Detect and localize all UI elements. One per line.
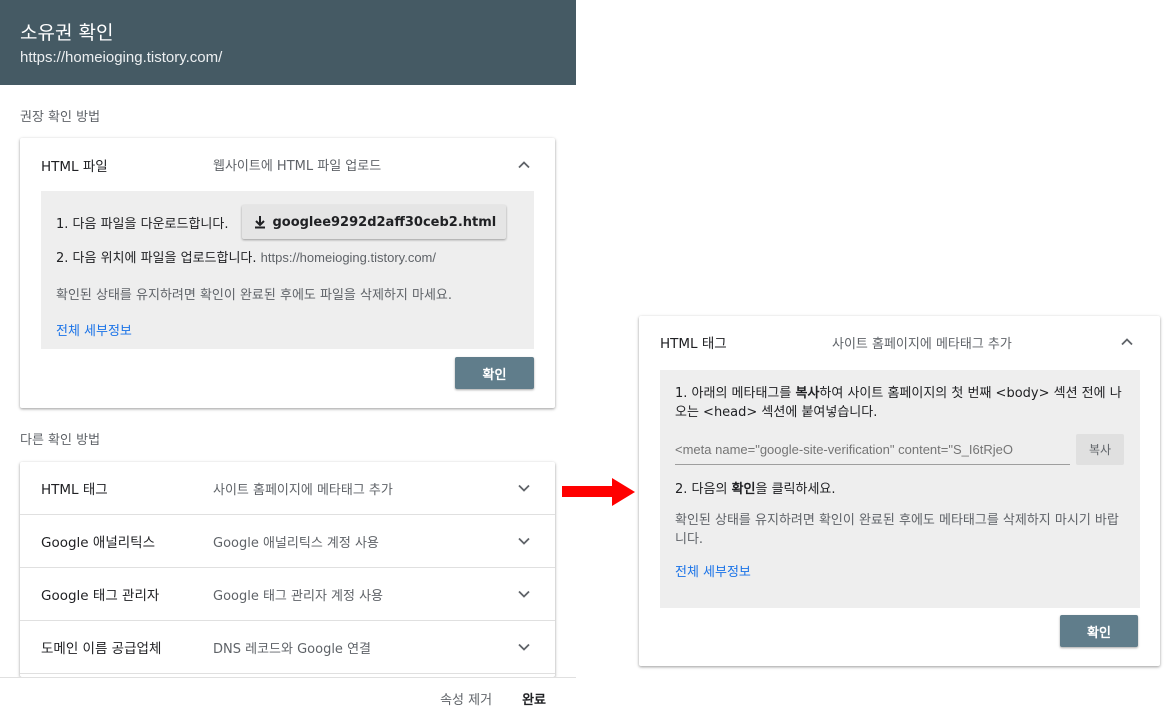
html-tag-method-card: HTML 태그 사이트 홈페이지에 메타태그 추가 1. 아래의 메타태그를 복… xyxy=(639,316,1160,666)
property-url: https://homeioging.tistory.com/ xyxy=(20,49,223,66)
step-2-text: 2. 다음 위치에 파일을 업로드합니다. xyxy=(56,251,257,266)
method-row-google-tag-manager[interactable]: Google 태그 관리자 Google 태그 관리자 계정 사용 xyxy=(20,568,555,621)
method-row-html-tag[interactable]: HTML 태그 사이트 홈페이지에 메타태그 추가 xyxy=(20,462,555,515)
done-button[interactable]: 완료 xyxy=(522,689,546,708)
method-name: Google 애널리틱스 xyxy=(41,535,155,551)
step-1: 1. 아래의 메타태그를 복사하여 사이트 홈페이지의 첫 번째 <body> … xyxy=(675,384,1125,422)
full-details-link[interactable]: 전체 세부정보 xyxy=(56,320,519,339)
step-1-text-a: 1. 아래의 메타태그를 xyxy=(675,386,796,401)
step-1-text: 1. 다음 파일을 다운로드합니다. xyxy=(56,216,229,232)
keep-meta-tag-note: 확인된 상태를 유지하려면 확인이 완료된 후에도 메타태그를 삭제하지 마시기… xyxy=(675,513,1119,547)
dialog-title: 소유권 확인 xyxy=(20,22,114,44)
method-description: 웹사이트에 HTML 파일 업로드 xyxy=(213,159,382,174)
chevron-down-icon[interactable] xyxy=(517,587,531,601)
html-tag-method-header[interactable]: HTML 태그 사이트 홈페이지에 메타태그 추가 xyxy=(639,316,1160,368)
chevron-up-icon[interactable] xyxy=(517,158,531,172)
verify-button[interactable]: 확인 xyxy=(455,357,534,389)
meta-tag-row: <meta name="google-site-verification" co… xyxy=(675,434,1125,465)
full-details-link[interactable]: 전체 세부정보 xyxy=(675,561,1125,580)
step-2-text-a: 2. 다음의 xyxy=(675,482,732,497)
method-name: HTML 태그 xyxy=(41,482,108,498)
step-2-bold: 확인 xyxy=(731,482,756,497)
method-name: 도메인 이름 공급업체 xyxy=(41,641,162,657)
method-name: HTML 태그 xyxy=(660,336,727,352)
method-description: DNS 레코드와 Google 연결 xyxy=(213,641,371,657)
html-file-method-header[interactable]: HTML 파일 웹사이트에 HTML 파일 업로드 xyxy=(20,138,555,191)
other-methods-label: 다른 확인 방법 xyxy=(20,433,101,448)
remove-property-button[interactable]: 속성 제거 xyxy=(440,689,492,708)
chevron-down-icon[interactable] xyxy=(517,481,531,495)
method-name: HTML 파일 xyxy=(41,158,108,175)
verify-button[interactable]: 확인 xyxy=(1060,615,1138,647)
chevron-down-icon[interactable] xyxy=(517,640,531,654)
method-row-domain-provider[interactable]: 도메인 이름 공급업체 DNS 레코드와 Google 연결 xyxy=(20,621,555,674)
chevron-down-icon[interactable] xyxy=(517,534,531,548)
recommended-methods-label: 권장 확인 방법 xyxy=(20,110,101,125)
keep-file-note: 확인된 상태를 유지하려면 확인이 완료된 후에도 파일을 삭제하지 마세요. xyxy=(56,288,452,303)
dialog-footer: 속성 제거 완료 xyxy=(0,677,576,719)
html-tag-instructions: 1. 아래의 메타태그를 복사하여 사이트 홈페이지의 첫 번째 <body> … xyxy=(660,370,1140,608)
red-arrow-icon xyxy=(562,478,635,506)
other-methods-list: HTML 태그 사이트 홈페이지에 메타태그 추가 Google 애널리틱스 G… xyxy=(20,462,555,677)
chevron-up-icon[interactable] xyxy=(1120,335,1134,349)
html-file-method-card: HTML 파일 웹사이트에 HTML 파일 업로드 1. 다음 파일을 다운로드… xyxy=(20,138,555,408)
step-2-text-b: 을 클릭하세요. xyxy=(755,482,836,497)
step-1: 1. 다음 파일을 다운로드합니다. googlee9292d2aff30ceb… xyxy=(56,205,519,239)
copy-button[interactable]: 복사 xyxy=(1076,434,1124,465)
method-description: Google 애널리틱스 계정 사용 xyxy=(213,535,379,551)
method-row-google-analytics[interactable]: Google 애널리틱스 Google 애널리틱스 계정 사용 xyxy=(20,515,555,568)
meta-tag-field[interactable]: <meta name="google-site-verification" co… xyxy=(675,435,1070,465)
step-2: 2. 다음 위치에 파일을 업로드합니다. https://homeioging… xyxy=(56,247,519,266)
download-icon xyxy=(255,216,266,229)
upload-location-url: https://homeioging.tistory.com/ xyxy=(260,250,436,265)
method-description: 사이트 홈페이지에 메타태그 추가 xyxy=(213,482,393,498)
dialog-header: 소유권 확인 https://homeioging.tistory.com/ xyxy=(0,0,576,85)
ownership-verification-dialog: 소유권 확인 https://homeioging.tistory.com/ 권… xyxy=(0,0,576,719)
html-file-instructions: 1. 다음 파일을 다운로드합니다. googlee9292d2aff30ceb… xyxy=(41,191,534,349)
method-description: Google 태그 관리자 계정 사용 xyxy=(213,588,384,604)
download-file-button[interactable]: googlee9292d2aff30ceb2.html xyxy=(242,205,507,239)
step-2: 2. 다음의 확인을 클릭하세요. xyxy=(675,478,1125,497)
step-1-bold: 복사 xyxy=(795,386,820,401)
method-name: Google 태그 관리자 xyxy=(41,588,160,604)
method-description: 사이트 홈페이지에 메타태그 추가 xyxy=(832,336,1012,352)
download-filename: googlee9292d2aff30ceb2.html xyxy=(272,214,497,230)
